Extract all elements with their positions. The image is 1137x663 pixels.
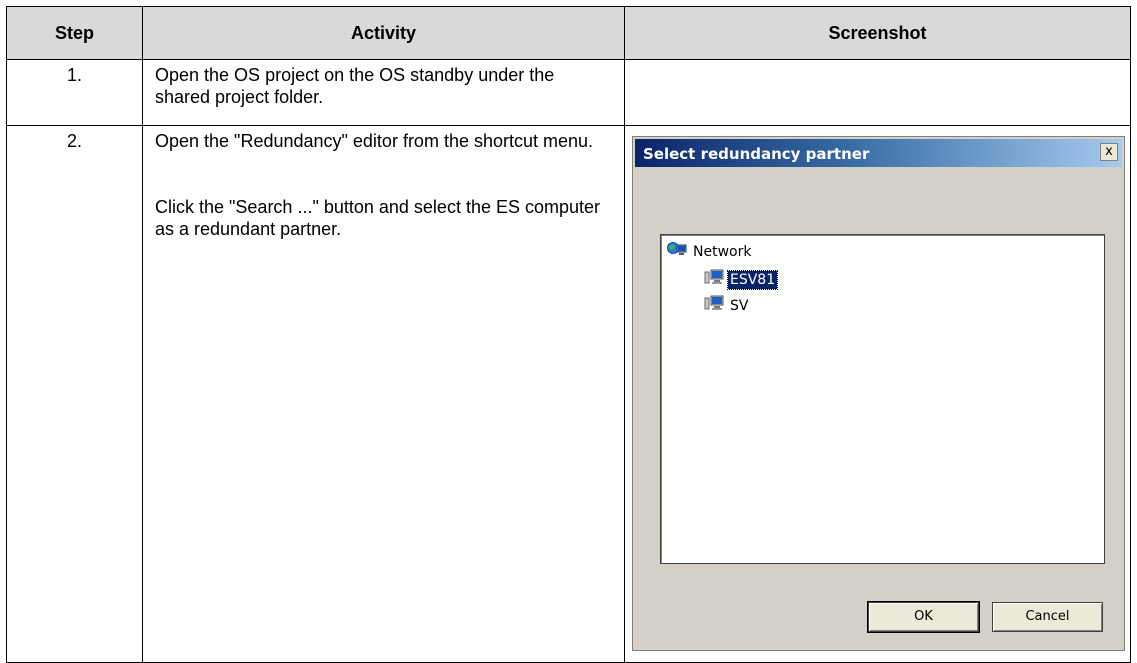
step-number: 2. — [6, 125, 143, 663]
select-redundancy-partner-dialog: Select redundancy partner x Network ESV8… — [632, 136, 1125, 651]
close-icon: x — [1105, 144, 1113, 159]
ok-button[interactable]: OK — [867, 601, 980, 633]
table-row: 1. Open the OS project on the OS standby… — [6, 59, 1131, 126]
activity-text: Click the "Search ..." button and select… — [155, 197, 601, 239]
activity-cell: Open the OS project on the OS standby un… — [142, 59, 625, 126]
tree-node-esv81[interactable]: ESV81 — [704, 269, 779, 290]
close-button[interactable]: x — [1100, 143, 1118, 161]
dialog-titlebar[interactable]: Select redundancy partner x — [635, 139, 1122, 167]
tree-node-label: ESV81 — [726, 269, 779, 290]
computer-icon — [704, 269, 724, 290]
tree-node-network[interactable]: Network — [667, 241, 753, 262]
network-icon — [667, 241, 687, 262]
tree-node-label: SV — [730, 297, 749, 314]
header-row: Step Activity Screenshot — [6, 6, 1131, 60]
activity-text: Open the "Redundancy" editor from the sh… — [155, 131, 594, 151]
dialog-title: Select redundancy partner — [643, 145, 870, 163]
table-row: 2. Open the "Redundancy" editor from the… — [6, 125, 1131, 663]
cancel-button[interactable]: Cancel — [992, 602, 1103, 632]
computer-icon — [704, 295, 724, 316]
header-step: Step — [6, 6, 143, 60]
screenshot-cell: Select redundancy partner x Network ESV8… — [624, 125, 1131, 663]
activity-cell: Open the "Redundancy" editor from the sh… — [142, 125, 625, 663]
screenshot-cell — [624, 59, 1131, 126]
network-tree[interactable]: Network ESV81 SV — [660, 234, 1105, 564]
header-activity: Activity — [142, 6, 625, 60]
header-screenshot: Screenshot — [624, 6, 1131, 60]
steps-table: Step Activity Screenshot 1. Open the OS … — [6, 6, 1131, 663]
tree-node-label: Network — [693, 243, 752, 260]
activity-text: Open the OS project on the OS standby un… — [155, 65, 555, 107]
step-number: 1. — [6, 59, 143, 126]
tree-node-sv[interactable]: SV — [704, 295, 750, 316]
